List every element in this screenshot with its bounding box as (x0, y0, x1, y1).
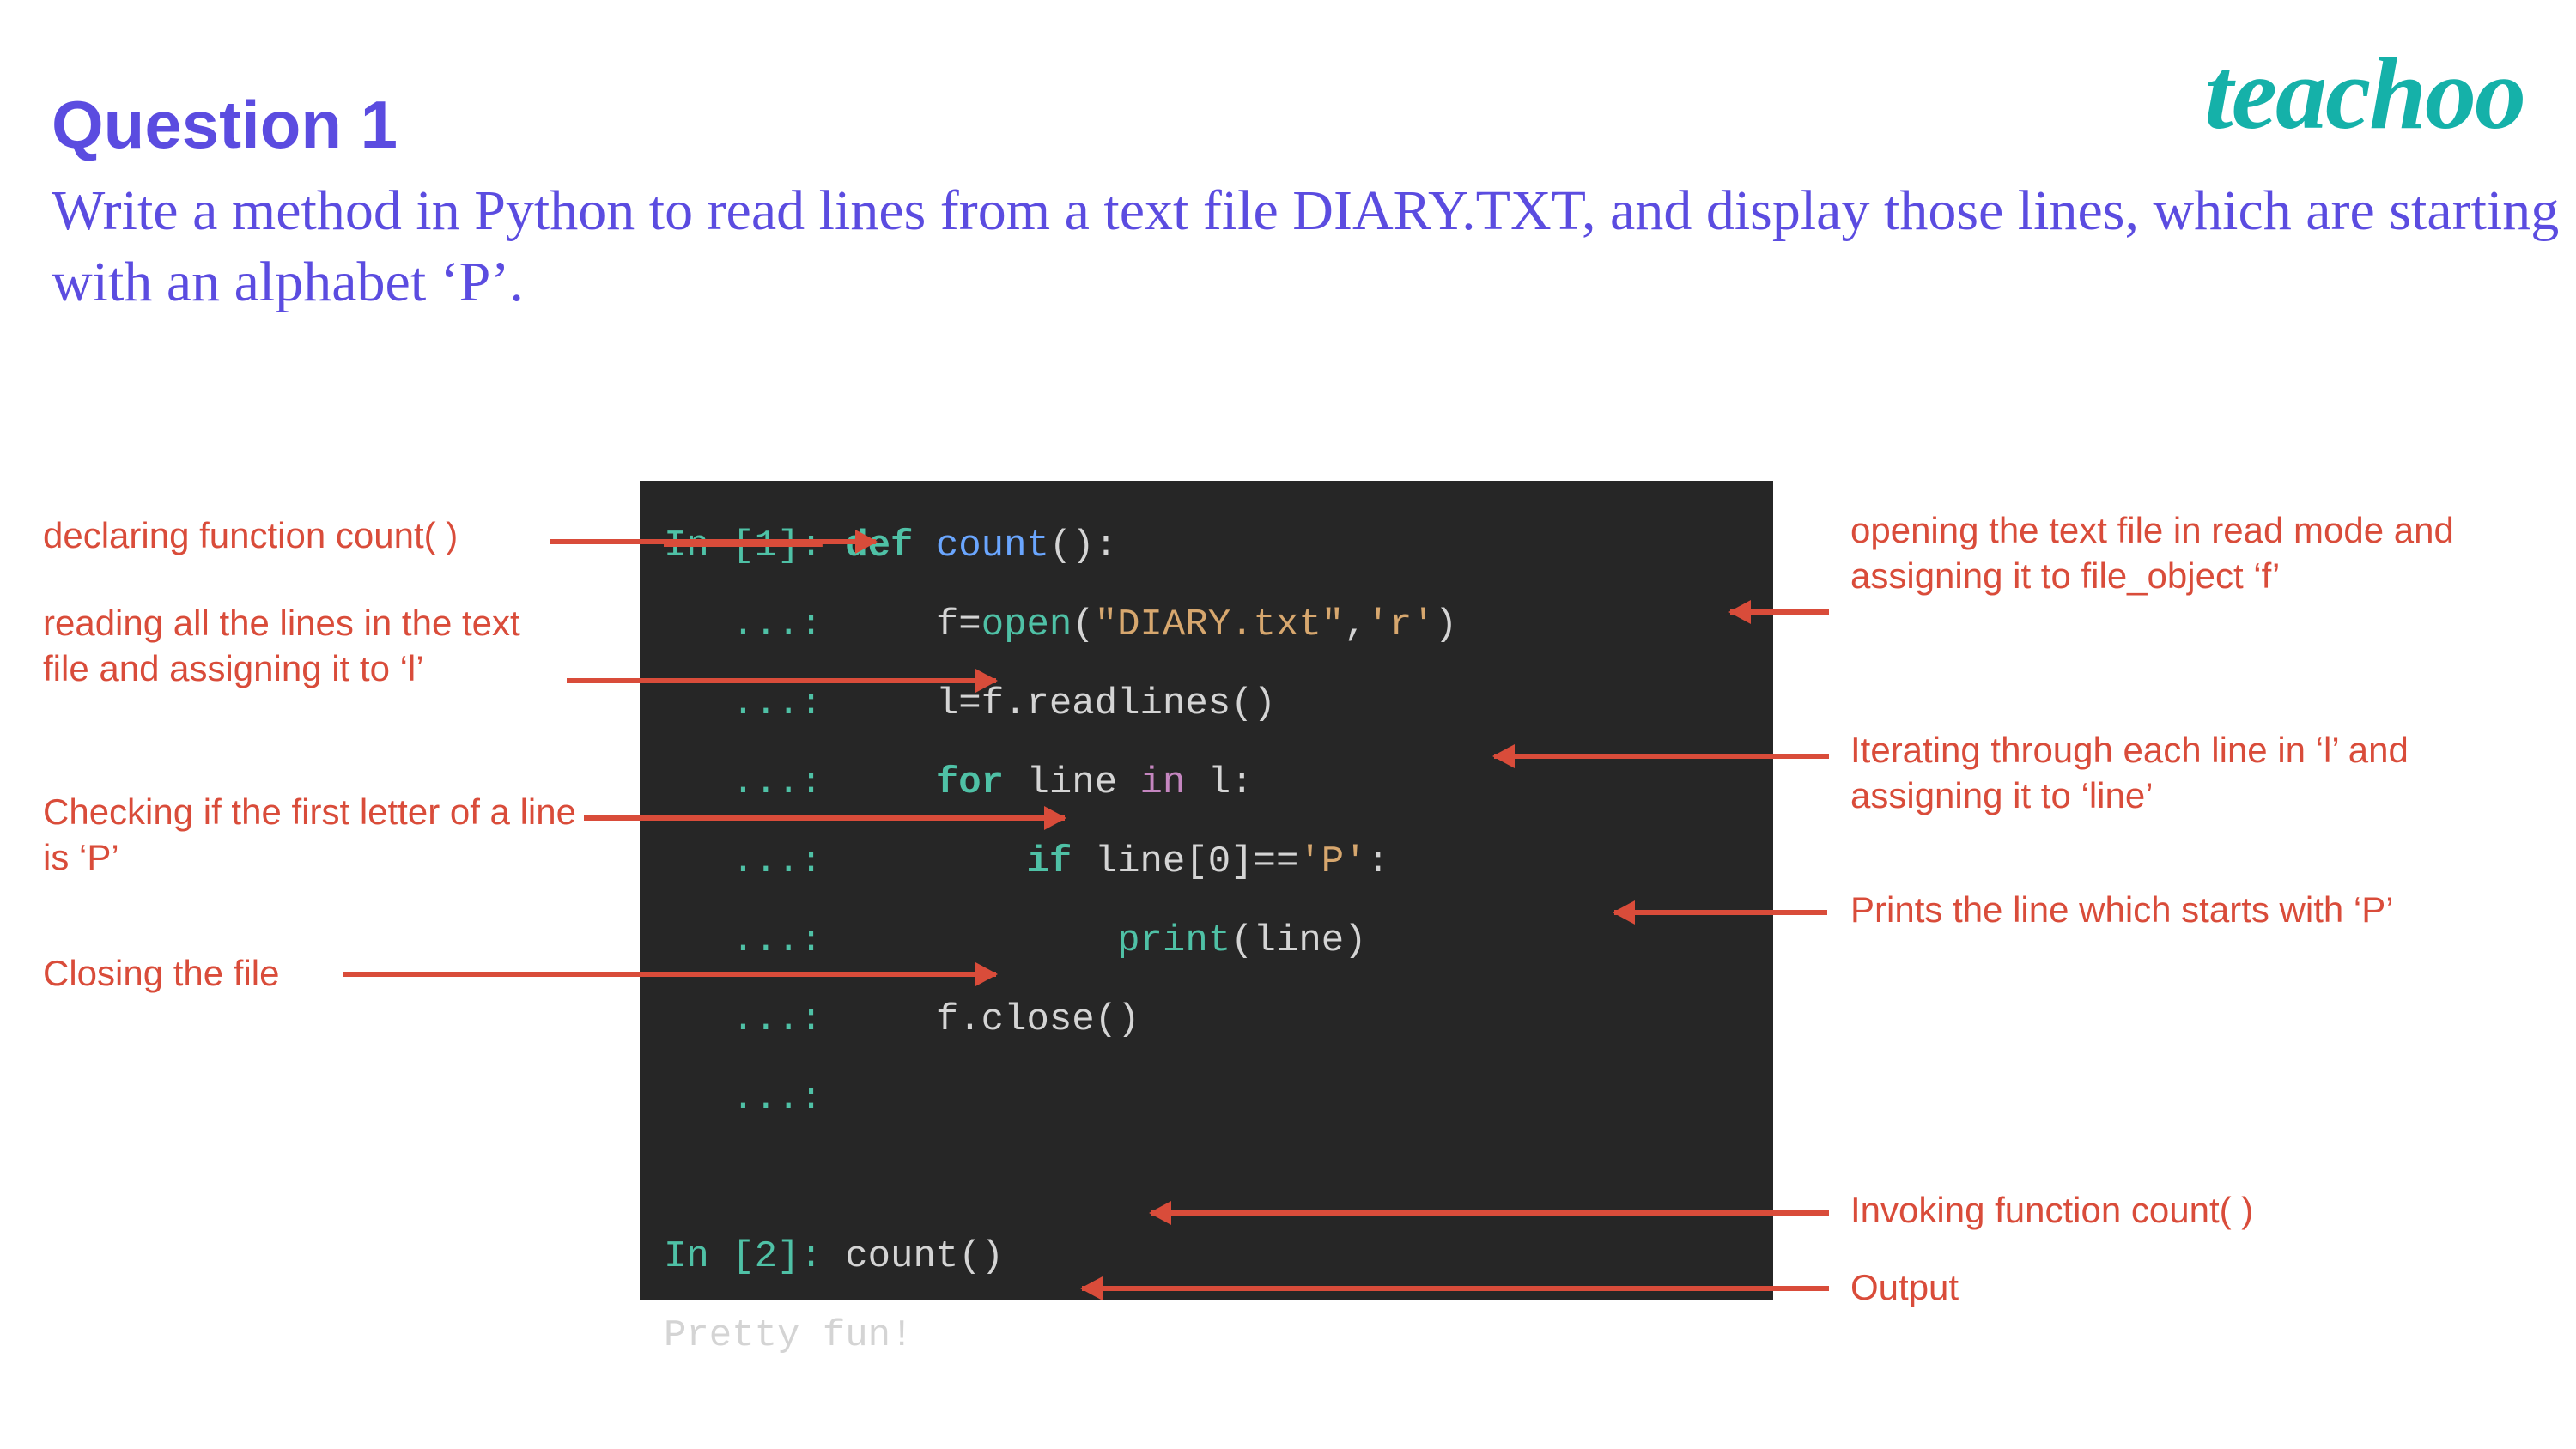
expr-index: line[0]== (1095, 840, 1299, 883)
paren-close: ) (1435, 603, 1457, 646)
page-root: teachoo Question 1 Write a method in Pyt… (0, 0, 2576, 1449)
prompt-cont: ...: (732, 1077, 823, 1120)
annot-close: Closing the file (43, 951, 279, 997)
fn-open: open (981, 603, 1072, 646)
var-line: line (1027, 761, 1118, 804)
annot-declare: declaring function count( ) (43, 513, 458, 559)
prompt-in-2: In [2]: (664, 1235, 823, 1278)
annot-for: Iterating through each line in ‘l’ and a… (1850, 728, 2512, 818)
code-line-2: ...: f=open("DIARY.txt",'r') (664, 585, 1749, 664)
fn-print: print (1117, 919, 1230, 962)
annot-output: Output (1850, 1265, 1959, 1311)
code-line-10: Pretty fun! (664, 1296, 1749, 1375)
arrow-icon (1730, 609, 1829, 615)
str-filename: "DIARY.txt" (1095, 603, 1344, 646)
arrow-icon (1082, 1286, 1829, 1291)
arrow-icon (1614, 910, 1827, 915)
annot-readlines: reading all the lines in the text file a… (43, 601, 567, 691)
arrow-icon (584, 815, 1065, 821)
print-args: (line) (1230, 919, 1366, 962)
arrow-icon (567, 678, 996, 683)
prompt-cont: ...: (732, 840, 823, 883)
prompt-cont: ...: (732, 919, 823, 962)
arrow-icon (550, 539, 876, 544)
call-readlines: f.readlines() (981, 682, 1276, 725)
arrow-icon (1151, 1210, 1829, 1216)
code-editor: In [1]: def count(): ...: f=open("DIARY.… (640, 481, 1773, 1300)
kw-if: if (1026, 840, 1072, 883)
code-content: In [1]: def count(): ...: f=open("DIARY.… (664, 506, 1749, 1375)
kw-for: for (936, 761, 1004, 804)
fn-name: count (936, 524, 1049, 567)
code-line-blank (664, 1138, 1749, 1217)
prompt-cont: ...: (732, 603, 823, 646)
code-line-8: ...: (664, 1059, 1749, 1138)
arrow-icon (1494, 754, 1829, 759)
str-p: 'P' (1298, 840, 1366, 883)
code-line-6: ...: print(line) (664, 901, 1749, 980)
fn-parens: (): (1049, 524, 1117, 567)
code-line-7: ...: f.close() (664, 980, 1749, 1059)
prompt-cont: ...: (732, 682, 823, 725)
str-mode: 'r' (1367, 603, 1435, 646)
output-text: Pretty fun! (664, 1314, 913, 1357)
op-eq: = (958, 603, 981, 646)
call-count: count() (845, 1235, 1004, 1278)
question-text: Write a method in Python to read lines f… (52, 176, 2576, 318)
code-line-3: ...: l=f.readlines() (664, 664, 1749, 743)
code-line-5: ...: if line[0]=='P': (664, 822, 1749, 901)
arrow-icon (343, 972, 996, 977)
annot-invoke: Invoking function count( ) (1850, 1188, 2253, 1234)
annot-print: Prints the line which starts with ‘P’ (1850, 888, 2555, 933)
var-f: f (936, 603, 958, 646)
comma: , (1344, 603, 1366, 646)
colon: : (1230, 761, 1253, 804)
prompt-in-1: In [1]: (664, 524, 823, 567)
question-number: Question 1 (52, 86, 398, 164)
code-line-1: In [1]: def count(): (664, 506, 1749, 585)
prompt-cont: ...: (732, 998, 823, 1041)
annot-if: Checking if the first letter of a line i… (43, 790, 584, 880)
var-l2: l (1208, 761, 1230, 804)
paren-open: ( (1072, 603, 1094, 646)
var-l: l (936, 682, 958, 725)
call-close: f.close() (936, 998, 1140, 1041)
code-line-9: In [2]: count() (664, 1217, 1749, 1296)
annot-open: opening the text file in read mode and a… (1850, 508, 2469, 598)
colon: : (1367, 840, 1389, 883)
kw-in: in (1140, 761, 1186, 804)
brand-logo: teachoo (2204, 34, 2524, 153)
prompt-cont: ...: (732, 761, 823, 804)
